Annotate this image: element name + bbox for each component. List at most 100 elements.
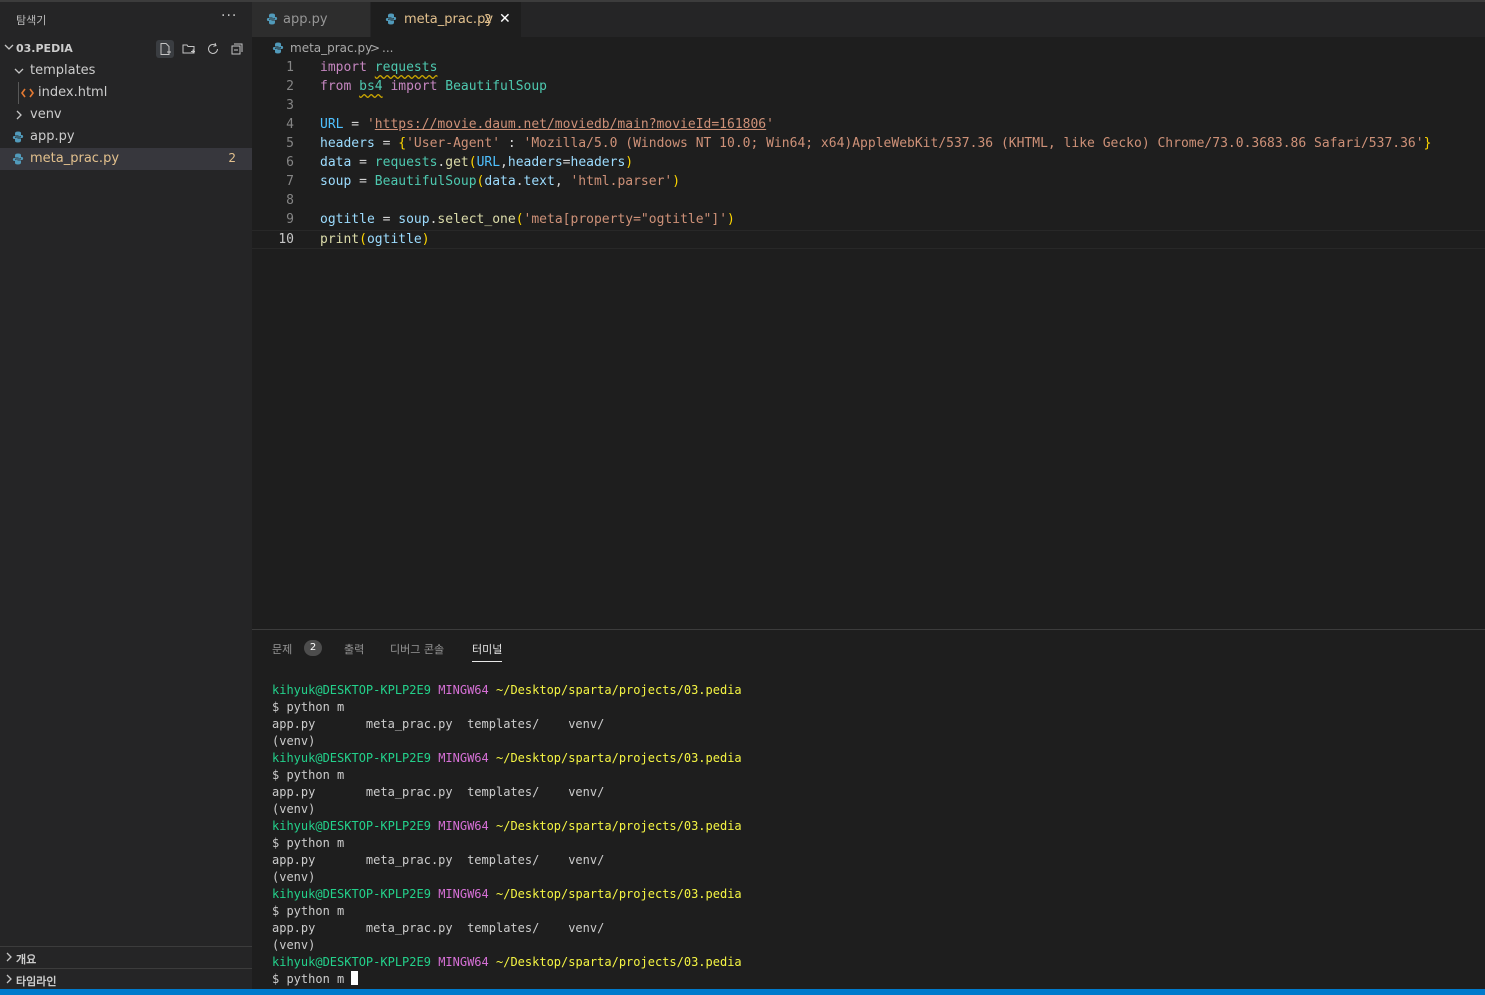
breadcrumb-file[interactable]: meta_prac.py	[290, 41, 372, 55]
terminal-venv: (venv)	[272, 870, 316, 884]
code-editor[interactable]: 1 import requests 2 from bs4 import Beau…	[252, 59, 1485, 629]
tree-item-label: meta_prac.py	[30, 151, 120, 166]
code-line: 2 from bs4 import BeautifulSoup	[252, 78, 1485, 97]
tree-item-label: index.html	[38, 85, 108, 100]
new-file-icon[interactable]	[156, 40, 174, 58]
terminal-listing: app.py meta_prac.py templates/ venv/	[272, 853, 605, 867]
terminal-cursor	[351, 971, 359, 985]
terminal-prompt-line: kihyuk@DESKTOP-KPLP2E9 MINGW64 ~/Desktop…	[272, 887, 742, 901]
tab-label: app.py	[283, 12, 328, 27]
code-text: data = requests.get(URL,headers=headers)	[320, 155, 634, 170]
python-file-icon	[385, 13, 397, 29]
chevron-right-icon	[3, 973, 15, 989]
tree-item-label: templates	[30, 63, 96, 78]
code-line: 1 import requests	[252, 59, 1485, 78]
terminal-prompt-line: kihyuk@DESKTOP-KPLP2E9 MINGW64 ~/Desktop…	[272, 955, 742, 969]
code-text: from bs4 import BeautifulSoup	[320, 79, 547, 94]
terminal-prompt-line: kihyuk@DESKTOP-KPLP2E9 MINGW64 ~/Desktop…	[272, 751, 742, 765]
terminal-command: $ python m	[272, 700, 345, 714]
tree-item-app-py[interactable]: app.py	[0, 126, 252, 148]
tab-app-py[interactable]: app.py	[252, 2, 370, 37]
html-file-icon	[21, 87, 34, 103]
code-text: URL = 'https://movie.daum.net/moviedb/ma…	[320, 117, 774, 132]
terminal-listing: app.py meta_prac.py templates/ venv/	[272, 717, 605, 731]
tree-item-meta-prac-py[interactable]: meta_prac.py 2	[0, 148, 252, 170]
terminal-venv: (venv)	[272, 734, 316, 748]
code-text: soup = BeautifulSoup(data.text, 'html.pa…	[320, 174, 681, 189]
code-text: ogtitle = soup.select_one('meta[property…	[320, 212, 735, 227]
code-text: print(ogtitle)	[320, 232, 430, 247]
python-file-icon	[12, 131, 24, 147]
line-number: 8	[286, 193, 294, 208]
line-number: 1	[286, 60, 294, 75]
code-text: import requests	[320, 60, 438, 75]
editor-tab-bar: app.py meta_prac.py 2 ✕	[252, 2, 1485, 37]
breadcrumb-symbol[interactable]: ...	[382, 41, 393, 55]
line-number: 2	[286, 79, 294, 94]
tree-item-venv[interactable]: venv	[0, 104, 252, 126]
code-line: 3	[252, 97, 1485, 116]
code-text: headers = {'User-Agent' : 'Mozilla/5.0 (…	[320, 136, 1432, 151]
tab-problem-count: 2	[484, 12, 492, 26]
problems-count-badge: 2	[304, 640, 322, 656]
line-number: 7	[286, 174, 294, 189]
terminal-output[interactable]: kihyuk@DESKTOP-KPLP2E9 MINGW64 ~/Desktop…	[272, 682, 742, 988]
terminal-input-line[interactable]: $ python m	[272, 971, 742, 988]
more-actions-icon[interactable]: ···	[221, 8, 237, 24]
chevron-down-icon	[13, 65, 25, 81]
breadcrumb: meta_prac.py > ...	[252, 37, 1485, 59]
terminal-listing: app.py meta_prac.py templates/ venv/	[272, 921, 605, 935]
terminal-command: $ python m	[272, 904, 345, 918]
terminal-venv: (venv)	[272, 938, 316, 952]
tab-label: meta_prac.py	[404, 12, 494, 27]
code-line: 6 data = requests.get(URL,headers=header…	[252, 154, 1485, 173]
python-file-icon	[266, 13, 278, 29]
code-line: 4 URL = 'https://movie.daum.net/moviedb/…	[252, 116, 1485, 135]
terminal-command: $ python m	[272, 836, 345, 850]
tree-item-index-html[interactable]: index.html	[0, 82, 252, 104]
terminal-prompt-line: kihyuk@DESKTOP-KPLP2E9 MINGW64 ~/Desktop…	[272, 819, 742, 833]
folder-header[interactable]: 03.PEDIA	[0, 38, 252, 60]
python-file-icon	[12, 153, 24, 169]
tree-item-templates[interactable]: templates	[0, 60, 252, 82]
outline-label: 개요	[16, 953, 37, 966]
terminal-command: $ python m	[272, 768, 345, 782]
tab-meta-prac-py[interactable]: meta_prac.py 2 ✕	[371, 2, 521, 37]
line-number: 6	[286, 155, 294, 170]
explorer-title: 탐색기	[16, 14, 47, 27]
line-number: 9	[286, 212, 294, 227]
close-icon[interactable]: ✕	[499, 11, 511, 27]
code-line: 8	[252, 192, 1485, 211]
explorer-sidebar: 탐색기 ··· 03.PEDIA templates index.html ve…	[0, 2, 252, 989]
status-bar	[0, 989, 1485, 995]
bottom-panel: 문제 2 출력 디버그 콘솔 터미널 kihyuk@DESKTOP-KPLP2E…	[252, 629, 1485, 990]
code-line: 9 ogtitle = soup.select_one('meta[proper…	[252, 211, 1485, 230]
code-line: 7 soup = BeautifulSoup(data.text, 'html.…	[252, 173, 1485, 192]
chevron-right-icon	[13, 109, 25, 125]
python-file-icon	[272, 42, 284, 58]
code-line-current: 10 print(ogtitle)	[252, 230, 1485, 249]
timeline-label: 타임라인	[16, 975, 57, 988]
code-line: 5 headers = {'User-Agent' : 'Mozilla/5.0…	[252, 135, 1485, 154]
line-number: 4	[286, 117, 294, 132]
tree-item-label: venv	[30, 107, 62, 122]
breadcrumb-separator: >	[370, 41, 381, 55]
refresh-icon[interactable]	[204, 40, 222, 58]
collapse-all-icon[interactable]	[228, 40, 246, 58]
folder-name: 03.PEDIA	[16, 42, 73, 55]
tab-output[interactable]: 출력	[344, 641, 364, 657]
tab-problems[interactable]: 문제	[272, 641, 292, 657]
line-number: 10	[278, 232, 294, 247]
tab-debug-console[interactable]: 디버그 콘솔	[390, 641, 444, 657]
outline-section[interactable]: 개요	[0, 946, 252, 969]
tab-terminal[interactable]: 터미널	[472, 641, 503, 662]
terminal-venv: (venv)	[272, 802, 316, 816]
timeline-section[interactable]: 타임라인	[0, 968, 252, 991]
terminal-prompt-line: kihyuk@DESKTOP-KPLP2E9 MINGW64 ~/Desktop…	[272, 683, 742, 697]
chevron-down-icon	[3, 41, 15, 57]
new-folder-icon[interactable]	[180, 40, 198, 58]
line-number: 3	[286, 98, 294, 113]
line-number: 5	[286, 136, 294, 151]
chevron-right-icon	[3, 951, 15, 967]
tree-item-label: app.py	[30, 129, 75, 144]
